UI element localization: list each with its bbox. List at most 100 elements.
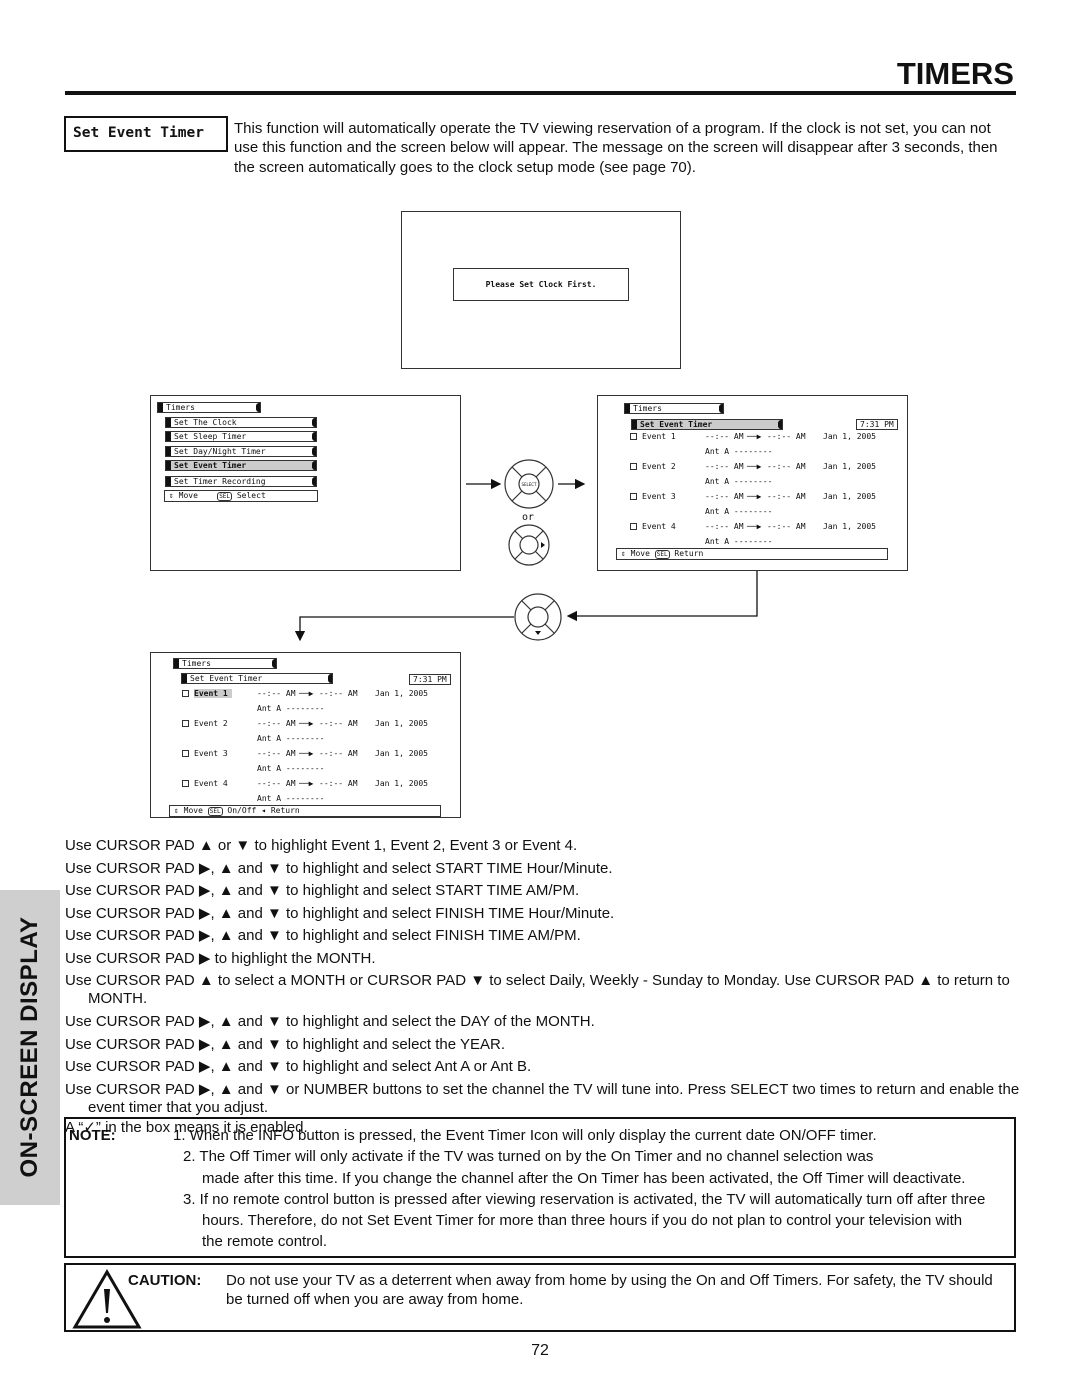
event-date: Jan 1, 2005	[375, 779, 428, 788]
instruction-step: Use CURSOR PAD ▶, ▲ and ▼ to highlight a…	[65, 905, 615, 922]
event-row[interactable]: Event 4	[630, 522, 676, 531]
checkbox-icon[interactable]	[630, 523, 637, 530]
event-date: Jan 1, 2005	[375, 719, 428, 728]
antenna-channel: Ant A --------	[705, 537, 773, 546]
menu-subtitle: Set Event Timer	[631, 419, 783, 430]
event-name: Event 2	[194, 719, 228, 728]
instruction-step: Use CURSOR PAD ▶, ▲ and ▼ to highlight a…	[65, 882, 580, 899]
checkbox-icon[interactable]	[182, 720, 189, 727]
event-name: Event 1	[642, 432, 676, 441]
start-time: --:-- AM	[705, 462, 744, 471]
remote-right-pad-icon	[508, 524, 550, 566]
event-row[interactable]: Event 4	[182, 779, 228, 788]
event-date: Jan 1, 2005	[823, 432, 876, 441]
start-time: --:-- AM	[705, 432, 744, 441]
antenna-channel: Ant A --------	[257, 734, 325, 743]
enabled-note: A “✓” in the box means it is enabled.	[65, 1119, 308, 1136]
event-row[interactable]: Event 2	[630, 462, 676, 471]
sel-button-icon: SEL	[207, 807, 223, 816]
remote-select-pad-icon: SELECT	[504, 459, 554, 509]
note-item: made after this time. If you change the …	[202, 1170, 966, 1187]
checkbox-icon[interactable]	[182, 690, 189, 697]
clock-display: 7:31 PM	[856, 419, 898, 430]
side-tab-label: ON-SCREEN DISPLAY	[16, 916, 43, 1178]
instruction-step: Use CURSOR PAD ▶, ▲ and ▼ to highlight a…	[65, 927, 581, 944]
antenna-channel: Ant A --------	[705, 477, 773, 486]
note-box: NOTE: 1. When the INFO button is pressed…	[64, 1117, 1016, 1258]
event-date: Jan 1, 2005	[375, 689, 428, 698]
remote-down-pad-icon	[514, 593, 562, 641]
note-item: 2. The Off Timer will only activate if t…	[183, 1148, 874, 1165]
arrow-icon: ──▶	[747, 522, 762, 531]
note-item: the remote control.	[202, 1233, 328, 1250]
instruction-step: Use CURSOR PAD ▶, ▲ and ▼ to highlight a…	[65, 1036, 506, 1053]
note-item: 3. If no remote control button is presse…	[183, 1191, 986, 1208]
start-time: --:-- AM	[257, 749, 296, 758]
antenna-channel: Ant A --------	[705, 447, 773, 456]
instruction-step: Use CURSOR PAD ▲ or ▼ to highlight Event…	[65, 837, 578, 854]
instruction-step: Use CURSOR PAD ▲ to select a MONTH or CU…	[65, 972, 1010, 1007]
left-arrow-icon: ◂	[261, 806, 266, 815]
arrow-icon: ──▶	[747, 432, 762, 441]
menu-subtitle: Set Event Timer	[181, 673, 333, 684]
menu-title: Timers	[624, 403, 724, 414]
finish-time: --:-- AM	[767, 522, 806, 531]
arrow-icon: ──▶	[747, 462, 762, 471]
checkbox-icon[interactable]	[630, 493, 637, 500]
event-name: Event 3	[642, 492, 676, 501]
checkbox-icon[interactable]	[630, 463, 637, 470]
event-name: Event 4	[642, 522, 676, 531]
arrow-icon: ──▶	[299, 689, 314, 698]
event-date: Jan 1, 2005	[823, 492, 876, 501]
antenna-channel: Ant A --------	[257, 764, 325, 773]
checkbox-icon[interactable]	[182, 780, 189, 787]
arrow-icon: ──▶	[299, 779, 314, 788]
menu-footer: ⇕ Move SEL On/Off ◂ Return	[169, 805, 441, 817]
event-date: Jan 1, 2005	[823, 522, 876, 531]
event-timer-edit-screen: Timers Set Event Timer 7:31 PM Event 1 --…	[150, 652, 461, 818]
event-row[interactable]: Event 2	[182, 719, 228, 728]
event-date: Jan 1, 2005	[823, 462, 876, 471]
caution-box: CAUTION: Do not use your TV as a deterre…	[64, 1263, 1016, 1332]
instruction-step: Use CURSOR PAD ▶, ▲ and ▼ or NUMBER butt…	[65, 1081, 1020, 1116]
checkbox-icon[interactable]	[182, 750, 189, 757]
event-name: Event 1	[194, 689, 232, 698]
antenna-channel: Ant A --------	[257, 794, 325, 803]
finish-time: --:-- AM	[319, 689, 358, 698]
instruction-step: Use CURSOR PAD ▶, ▲ and ▼ to highlight a…	[65, 1013, 595, 1030]
event-row[interactable]: Event 3	[182, 749, 228, 758]
finish-time: --:-- AM	[767, 492, 806, 501]
caution-label: CAUTION:	[128, 1272, 202, 1289]
start-time: --:-- AM	[705, 492, 744, 501]
arrow-icon: ──▶	[747, 492, 762, 501]
event-row[interactable]: Event 1	[182, 689, 232, 698]
menu-title: Timers	[173, 658, 277, 669]
event-timer-screen: Timers Set Event Timer 7:31 PM Event 1 --…	[597, 395, 908, 571]
arrow-icon: ──▶	[299, 749, 314, 758]
start-time: --:-- AM	[705, 522, 744, 531]
sel-button-icon: SEL	[654, 550, 670, 559]
caution-text: Do not use your TV as a deterrent when a…	[226, 1272, 993, 1308]
or-label: or	[522, 512, 535, 523]
event-row[interactable]: Event 3	[630, 492, 676, 501]
finish-time: --:-- AM	[319, 749, 358, 758]
clock-display: 7:31 PM	[409, 674, 451, 685]
antenna-channel: Ant A --------	[705, 507, 773, 516]
up-down-icon: ⇕	[174, 806, 179, 815]
start-time: --:-- AM	[257, 719, 296, 728]
event-row[interactable]: Event 1	[630, 432, 676, 441]
arrow-icon: ──▶	[299, 719, 314, 728]
flow-arrows: SELECT	[294, 459, 758, 642]
page-number: 72	[531, 1342, 549, 1359]
svg-text:SELECT: SELECT	[521, 482, 537, 487]
up-down-icon: ⇕	[621, 549, 626, 558]
instruction-step: Use CURSOR PAD ▶ to highlight the MONTH.	[65, 950, 376, 967]
finish-time: --:-- AM	[319, 779, 358, 788]
event-date: Jan 1, 2005	[375, 749, 428, 758]
event-name: Event 3	[194, 749, 228, 758]
finish-time: --:-- AM	[767, 462, 806, 471]
antenna-channel: Ant A --------	[257, 704, 325, 713]
checkbox-icon[interactable]	[630, 433, 637, 440]
note-item: hours. Therefore, do not Set Event Timer…	[202, 1212, 963, 1229]
finish-time: --:-- AM	[319, 719, 358, 728]
